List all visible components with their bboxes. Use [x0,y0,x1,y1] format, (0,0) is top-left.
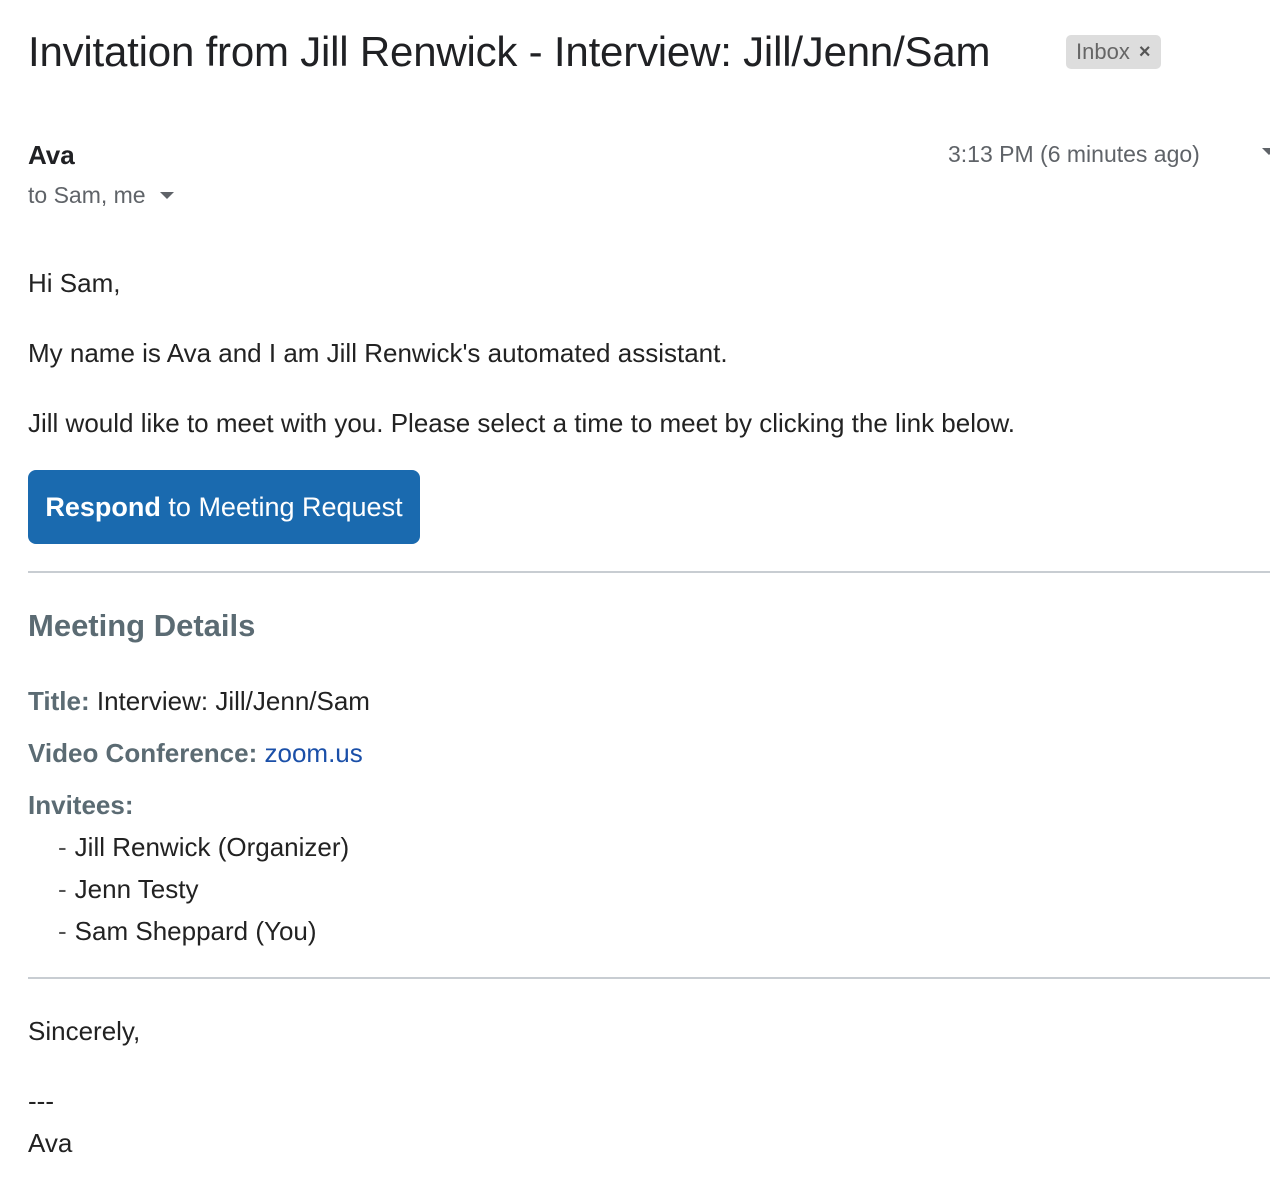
signoff-name: Ava [28,1128,73,1158]
meeting-title-label: Title: [28,686,90,716]
meeting-title-value: Interview: Jill/Jenn/Sam [89,686,370,716]
email-request: Jill would like to meet with you. Please… [28,408,1016,438]
signoff-closing: Sincerely, [28,1016,141,1046]
video-conference-row: Video Conference: zoom.us [28,738,363,769]
recipients-details-toggle[interactable]: to Sam, me [28,182,174,209]
caret-down-icon [159,192,174,199]
email-subject: Invitation from Jill Renwick - Interview… [28,28,991,75]
invitee-item: - Jenn Testy [58,874,199,904]
invitee-name: Jenn Testy [74,874,199,904]
email-greeting: Hi Sam, [28,268,121,298]
signoff-separator: --- [28,1086,54,1116]
email-view: Invitation from Jill Renwick - Interview… [0,0,1270,1178]
respond-meeting-button[interactable]: Respond to Meeting Request [28,470,420,544]
divider-top [28,571,1270,573]
sender-name[interactable]: Ava [28,140,75,171]
invitees-label: Invitees: [28,790,134,820]
respond-button-rest: to Meeting Request [160,491,403,522]
chevron-down-icon[interactable] [1262,148,1270,155]
email-intro: My name is Ava and I am Jill Renwick's a… [28,338,728,368]
video-conference-link[interactable]: zoom.us [264,738,362,768]
meeting-details-heading: Meeting Details [28,608,256,643]
invitees-row: Invitees: [28,790,134,821]
invitee-item: - Jill Renwick (Organizer) [58,832,350,862]
divider-bottom [28,977,1270,979]
meeting-title-row: Title: Interview: Jill/Jenn/Sam [28,686,370,717]
inbox-label-chip[interactable]: Inbox × [1066,35,1161,69]
invitee-name: Sam Sheppard (You) [74,916,317,946]
recipients-text: to Sam, me [28,182,146,208]
remove-label-icon[interactable]: × [1139,41,1151,64]
email-timestamp: 3:13 PM (6 minutes ago) [948,141,1200,167]
inbox-label-text: Inbox [1076,39,1130,64]
invitee-item: - Sam Sheppard (You) [58,916,317,946]
invitee-name: Jill Renwick (Organizer) [74,832,350,862]
respond-button-strong: Respond [45,491,161,522]
video-conference-label: Video Conference: [28,738,258,768]
